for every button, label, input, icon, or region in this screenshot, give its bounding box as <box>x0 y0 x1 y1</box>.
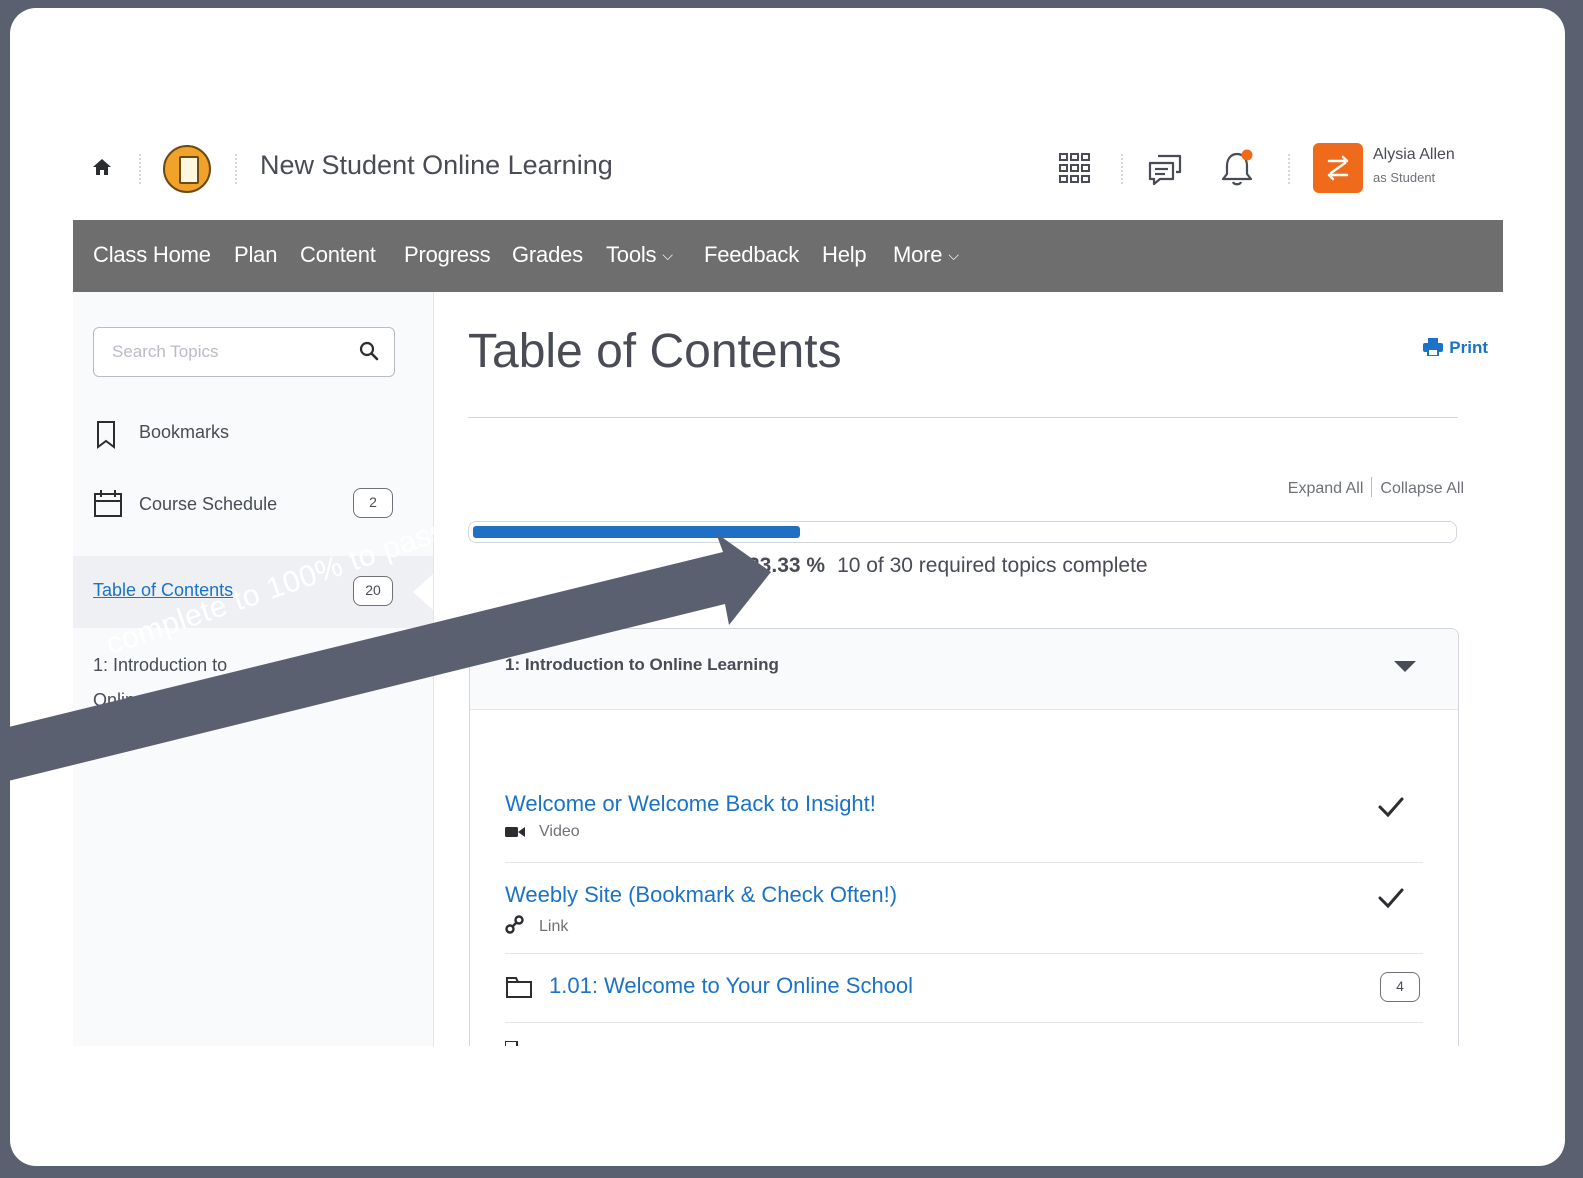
nav-progress[interactable]: Progress <box>404 242 491 268</box>
video-icon <box>505 827 525 837</box>
collapse-all-link[interactable]: Collapse All <box>1380 480 1464 497</box>
expand-collapse-controls: Expand All Collapse All <box>1288 477 1464 498</box>
bookmark-icon <box>97 421 115 449</box>
module-header[interactable]: 1: Introduction to Online Learning <box>470 629 1458 710</box>
document-icon <box>505 1041 518 1046</box>
nav-content[interactable]: Content <box>300 242 376 268</box>
chevron-down-icon: ⌵ <box>948 247 959 263</box>
message-alerts-icon[interactable] <box>1146 150 1184 188</box>
header-divider <box>1288 154 1290 184</box>
folder-count: 4 <box>1380 972 1420 1002</box>
nav-more[interactable]: More ⌵ <box>893 242 959 268</box>
header-divider <box>1121 154 1123 184</box>
progress-fill <box>473 526 800 538</box>
print-label: Print <box>1449 338 1488 357</box>
module-card: 1: Introduction to Online Learning Welco… <box>469 628 1459 1046</box>
module-count <box>353 644 393 674</box>
home-icon[interactable] <box>91 156 113 178</box>
nav-feedback[interactable]: Feedback <box>704 242 799 268</box>
user-avatar[interactable] <box>1313 143 1363 193</box>
topic-type: Link <box>505 914 568 936</box>
topic-type-label: Link <box>539 918 569 935</box>
caret-down-icon[interactable] <box>1394 661 1416 672</box>
user-name[interactable]: Alysia Allen <box>1373 146 1455 164</box>
link-icon <box>505 915 524 934</box>
nav-class-home[interactable]: Class Home <box>93 242 211 268</box>
completed-check-icon <box>1378 797 1404 818</box>
module-title: 1: Introduction to Online Learning <box>505 655 779 674</box>
main-content: Table of Contents Print Expand All Collap… <box>468 292 1488 1046</box>
user-role: as Student <box>1373 170 1436 185</box>
toc-sidebar: Search Topics Bookmarks Course Schedule … <box>73 292 434 1046</box>
print-button[interactable]: Print <box>1423 338 1488 358</box>
progress-bar <box>468 521 1457 543</box>
nav-more-label: More <box>893 242 943 267</box>
chevron-down-icon: ⌵ <box>662 247 673 263</box>
page-title: Table of Contents <box>468 325 842 378</box>
course-schedule-count: 2 <box>353 488 393 518</box>
nav-help[interactable]: Help <box>822 242 867 268</box>
printer-icon <box>1423 338 1444 356</box>
search-topics-field[interactable]: Search Topics <box>93 327 395 377</box>
link-divider <box>1371 477 1373 497</box>
progress-percent: 33.33 % <box>748 554 826 577</box>
topic-type: Video <box>505 823 580 841</box>
topic-title[interactable]: Weebly Site (Bookmark & Check Often!) <box>505 882 897 908</box>
nav-grades[interactable]: Grades <box>512 242 583 268</box>
completed-check-icon <box>1378 888 1404 909</box>
search-icon[interactable] <box>358 340 380 362</box>
bookmarks-label: Bookmarks <box>139 422 230 442</box>
progress-summary: 33.33 % 10 of 30 required topics complete <box>748 554 1148 578</box>
header-divider <box>139 154 141 184</box>
notification-bell-icon[interactable] <box>1218 148 1256 188</box>
progress-text: 10 of 30 required topics complete <box>837 554 1148 577</box>
calendar-icon <box>94 490 122 517</box>
topic-row[interactable]: Weebly Site (Bookmark & Check Often!) Li… <box>505 862 1423 954</box>
header-divider <box>235 154 237 184</box>
top-header: New Student Online Learning Alysia Allen… <box>73 108 1503 220</box>
folder-title[interactable]: 1.01: Welcome to Your Online School <box>549 973 913 999</box>
course-logo[interactable] <box>163 145 211 193</box>
expand-all-link[interactable]: Expand All <box>1288 480 1364 497</box>
nav-tools[interactable]: Tools ⌵ <box>606 242 673 268</box>
nav-plan[interactable]: Plan <box>234 242 277 268</box>
course-navbar: Class Home Plan Content Progress Grades … <box>73 220 1503 292</box>
folder-row[interactable]: 1.01: Welcome to Your Online School 4 <box>505 953 1423 1023</box>
topic-title[interactable]: Welcome or Welcome Back to Insight! <box>505 791 876 817</box>
waffle-menu-icon[interactable] <box>1058 152 1092 186</box>
role-switch-icon <box>1327 155 1349 181</box>
course-title[interactable]: New Student Online Learning <box>260 150 613 181</box>
nav-tools-label: Tools <box>606 242 657 267</box>
search-placeholder: Search Topics <box>112 342 219 361</box>
toc-count: 20 <box>353 576 393 606</box>
active-indicator <box>413 574 433 610</box>
topic-type-label: Video <box>539 823 580 840</box>
folder-icon <box>506 977 532 998</box>
title-divider <box>468 417 1458 418</box>
topic-row[interactable]: Welcome or Welcome Back to Insight! Vide… <box>505 769 1423 863</box>
course-schedule-label: Course Schedule <box>139 494 278 514</box>
